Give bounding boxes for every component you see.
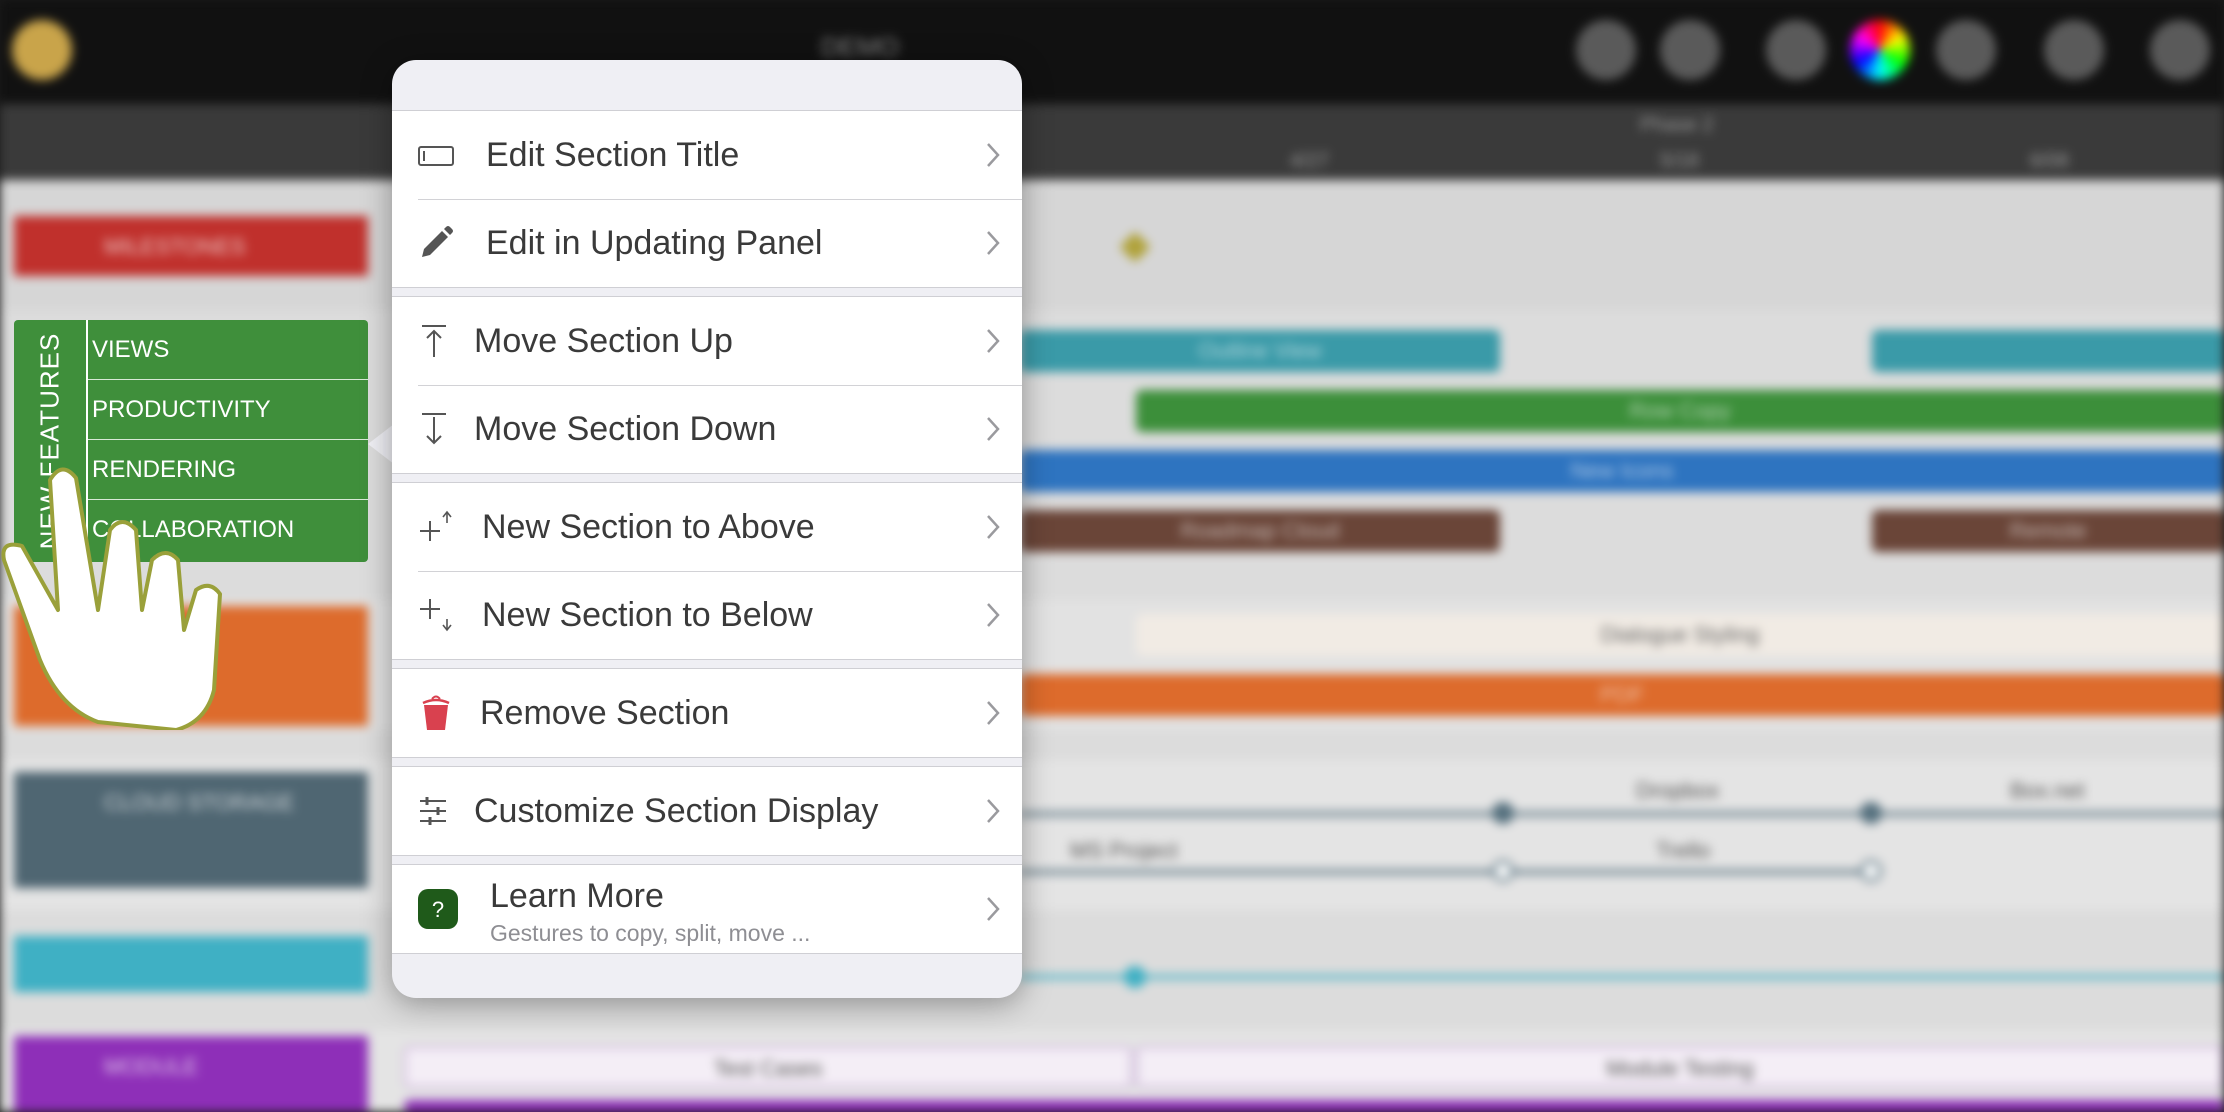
chevron-right-icon: [987, 701, 1000, 725]
menu-item-remove-section[interactable]: Remove Section: [392, 669, 1022, 757]
timeline-dot[interactable]: [1492, 802, 1514, 824]
menu-label: Move Section Up: [474, 322, 733, 360]
menu-item-learn-more[interactable]: ? Learn More Gestures to copy, split, mo…: [392, 865, 1022, 953]
bar-row-copy[interactable]: Row Copy: [1136, 390, 2224, 432]
label-ms-project: MS Project: [1070, 838, 1178, 863]
menu-label: New Section to Below: [482, 596, 813, 634]
menu-label: Customize Section Display: [474, 792, 879, 830]
bar-teal[interactable]: [1872, 330, 2224, 372]
menu-label: Move Section Down: [474, 410, 777, 448]
bar-remote[interactable]: Remote: [1872, 510, 2224, 552]
chevron-right-icon: [987, 603, 1000, 627]
arrow-down-icon: [422, 413, 446, 445]
timeline-dot[interactable]: [1124, 966, 1146, 988]
menu-item-move-section-up[interactable]: Move Section Up: [392, 297, 1022, 385]
settings-icon[interactable]: [1936, 20, 1996, 80]
chevron-right-icon: [987, 799, 1000, 823]
menu-label: Remove Section: [480, 694, 730, 732]
section-tile-milestones[interactable]: MILESTONES: [14, 216, 368, 276]
section-tile-teal[interactable]: [14, 936, 368, 992]
menu-group-remove: Remove Section: [392, 668, 1022, 758]
bar-outline-view[interactable]: Outline View: [1020, 330, 1500, 372]
section-row-views[interactable]: VIEWS: [88, 320, 368, 380]
toolbar-button-1[interactable]: [1576, 20, 1636, 80]
hand-pointer-icon: [1, 467, 222, 730]
menu-item-edit-section-title[interactable]: Edit Section Title: [392, 111, 1022, 199]
app-screen: DEMO Phase 2 4/27 5/18 6/08 MILESTONES C…: [0, 0, 2224, 1112]
chevron-right-icon: [987, 231, 1000, 255]
bar-dialogue-styling[interactable]: Dialogue Styling: [1136, 614, 2224, 656]
timeline-dot[interactable]: [1860, 860, 1882, 882]
date-label: 6/08: [2030, 150, 2069, 172]
menu-label: Edit Section Title: [486, 136, 740, 174]
share-icon[interactable]: [2044, 20, 2104, 80]
menu-group-customize: Customize Section Display: [392, 766, 1022, 856]
section-context-menu: Edit Section Title Edit in Updating Pane…: [392, 60, 1022, 998]
timeline-line: [1020, 812, 2224, 816]
menu-group-edit: Edit Section Title Edit in Updating Pane…: [392, 110, 1022, 288]
menu-item-new-section-below[interactable]: New Section to Below: [392, 571, 1022, 659]
arrow-up-icon: [422, 325, 446, 357]
bar-module-testing[interactable]: Module Testing: [1136, 1046, 2224, 1088]
section-tile-cloud[interactable]: CLOUD STORAGE: [14, 772, 368, 888]
menu-label: Learn More: [490, 877, 664, 915]
toolbar-button-2[interactable]: [1660, 20, 1720, 80]
label-trello: Trello: [1656, 838, 1711, 863]
date-label: 5/18: [1660, 150, 1699, 172]
bar-test-cases[interactable]: Test Cases: [404, 1046, 1132, 1088]
phase-label: Phase 2: [1640, 114, 1714, 136]
plus-up-icon: [420, 510, 452, 541]
chevron-right-icon: [987, 329, 1000, 353]
top-toolbar: DEMO: [0, 0, 2224, 104]
back-button[interactable]: [12, 20, 72, 80]
section-row-productivity[interactable]: PRODUCTIVITY: [88, 380, 368, 440]
popover-arrow: [368, 424, 394, 464]
menu-group-new: New Section to Above New Section to Belo…: [392, 482, 1022, 660]
document-title: DEMO: [821, 32, 899, 62]
bar-new-icons[interactable]: New Icons: [1020, 450, 2224, 492]
menu-item-edit-in-updating-panel[interactable]: Edit in Updating Panel: [392, 199, 1022, 287]
svg-text:?: ?: [432, 897, 444, 922]
chevron-right-icon: [987, 143, 1000, 167]
more-icon[interactable]: [2150, 20, 2210, 80]
menu-sublabel: Gestures to copy, split, move ...: [490, 920, 811, 946]
label-box-net: Box.net: [2010, 778, 2085, 803]
chevron-right-icon: [987, 897, 1000, 921]
date-label: 4/27: [1290, 150, 1329, 172]
timeline-dot[interactable]: [1492, 860, 1514, 882]
timeline-dot[interactable]: [1860, 802, 1882, 824]
help-icon: ?: [418, 889, 458, 929]
trash-icon: [422, 695, 450, 730]
timeline-line: [1020, 975, 2224, 979]
menu-group-move: Move Section Up Move Section Down: [392, 296, 1022, 474]
color-wheel-icon[interactable]: [1850, 20, 1910, 80]
menu-label: Edit in Updating Panel: [486, 224, 823, 262]
bar-roadmap-cloud[interactable]: Roadmap Cloud: [1020, 510, 1500, 552]
menu-item-move-section-down[interactable]: Move Section Down: [392, 385, 1022, 473]
chevron-right-icon: [987, 515, 1000, 539]
menu-item-customize-section-display[interactable]: Customize Section Display: [392, 767, 1022, 855]
menu-item-new-section-above[interactable]: New Section to Above: [392, 483, 1022, 571]
timeline-header: Phase 2 4/27 5/18 6/08: [0, 104, 2224, 180]
chevron-right-icon: [987, 417, 1000, 441]
section-tile-module[interactable]: MODULE: [14, 1036, 368, 1112]
bar-module[interactable]: [404, 1100, 2224, 1112]
menu-group-help: ? Learn More Gestures to copy, split, mo…: [392, 864, 1022, 954]
title-field-icon: [418, 146, 454, 166]
sliders-icon: [420, 797, 446, 825]
plus-down-icon: [420, 599, 452, 632]
pencil-icon: [422, 226, 453, 257]
timeline-line: [1020, 870, 1872, 874]
menu-label: New Section to Above: [482, 508, 815, 546]
paint-bucket-icon[interactable]: [1766, 20, 1826, 80]
label-dropbox: Dropbox: [1636, 778, 1720, 803]
bar-pdf[interactable]: PDF: [1020, 674, 2224, 716]
